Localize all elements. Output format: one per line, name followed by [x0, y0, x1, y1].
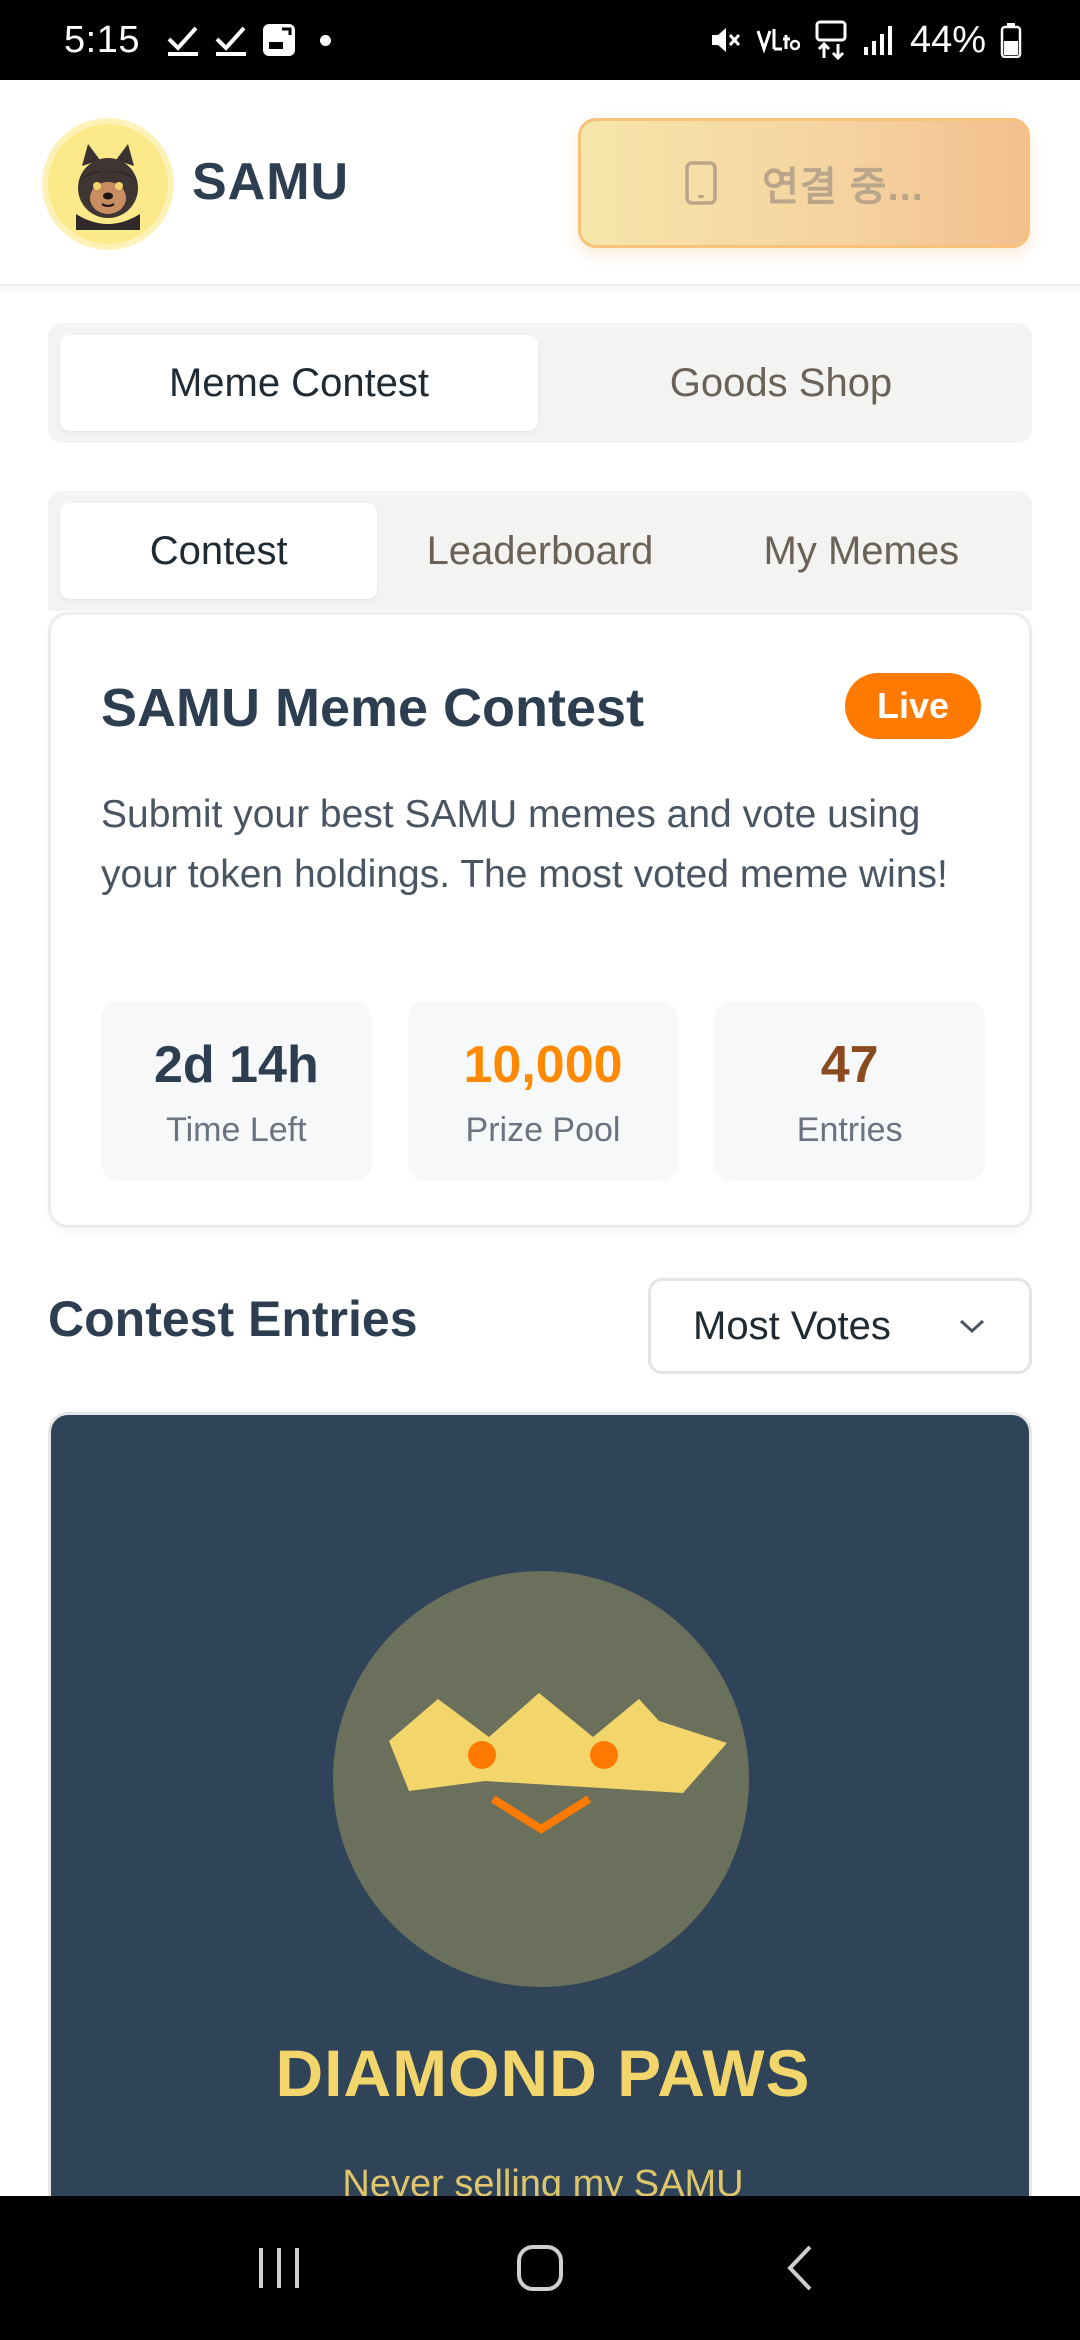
contest-card: SAMU Meme Contest Live Submit your best … — [48, 612, 1032, 1228]
contest-description: Submit your best SAMU memes and vote usi… — [101, 793, 948, 896]
network-5g-icon — [814, 20, 848, 60]
sort-select[interactable]: Most Votes — [648, 1278, 1032, 1374]
status-left: 5:15 — [64, 19, 331, 62]
status-bar: 5:15 44% — [0, 0, 1080, 80]
stat-value: 2d 14h — [153, 1035, 319, 1094]
stats-row: 2d 14h Time Left 10,000 Prize Pool 47 En… — [101, 1001, 986, 1181]
status-time: 5:15 — [64, 18, 140, 61]
phone-icon — [685, 161, 717, 205]
stat-label: Prize Pool — [465, 1110, 621, 1149]
meme-title: DIAMOND PAWS — [275, 2036, 811, 2110]
pay-app-icon — [262, 23, 296, 57]
home-button[interactable] — [480, 2218, 600, 2318]
stat-entries: 47 Entries — [714, 1001, 986, 1181]
notification-dot-icon — [319, 34, 331, 46]
entries-title: Contest Entries — [48, 1291, 418, 1347]
battery-icon — [1000, 22, 1022, 58]
wolf-mascot-icon — [76, 144, 140, 230]
mute-icon — [708, 23, 742, 57]
sub-tabs: Contest Leaderboard My Memes — [48, 491, 1032, 611]
back-icon — [787, 2245, 812, 2291]
connect-label: 연결 중... — [762, 165, 924, 209]
navigation-bar — [0, 2196, 1080, 2340]
brand-name: SAMU — [192, 153, 350, 211]
tab-leaderboard[interactable]: Leaderboard — [381, 503, 698, 599]
battery-percent: 44% — [909, 18, 986, 61]
signal-icon — [862, 23, 896, 57]
meme-card[interactable]: DIAMOND PAWS Never selling my SAMU — [48, 1412, 1032, 2312]
tab-goods-shop[interactable]: Goods Shop — [542, 335, 1020, 431]
stat-label: Entries — [796, 1110, 903, 1149]
status-right: 44% — [708, 19, 1022, 62]
tab-meme-contest[interactable]: Meme Contest — [60, 335, 538, 431]
recent-apps-button[interactable] — [220, 2218, 340, 2318]
samu-logo[interactable] — [48, 124, 168, 244]
app-header: SAMU 연결 중... — [0, 80, 1080, 286]
stat-prize-pool: 10,000 Prize Pool — [407, 1001, 679, 1181]
home-icon — [517, 2245, 563, 2291]
contest-title: SAMU Meme Contest — [101, 678, 645, 738]
connect-wallet-button[interactable]: 연결 중... — [578, 118, 1030, 248]
screen: 5:15 44% SAMU 연결 중... Meme Contest Goods… — [0, 0, 1080, 2340]
check-icon — [214, 23, 248, 57]
meme-eye-left — [468, 1741, 496, 1769]
recent-apps-icon — [259, 2248, 299, 2288]
chevron-down-icon — [959, 1319, 985, 1334]
sort-value: Most Votes — [693, 1303, 891, 1348]
back-button[interactable] — [740, 2218, 860, 2318]
stat-label: Time Left — [166, 1110, 307, 1149]
stat-time-left: 2d 14h Time Left — [101, 1001, 372, 1181]
meme-eye-right — [590, 1741, 618, 1769]
stat-value: 47 — [820, 1035, 879, 1094]
check-icon — [166, 23, 200, 57]
tab-contest[interactable]: Contest — [60, 503, 378, 599]
volte-icon — [756, 25, 800, 55]
tab-my-memes[interactable]: My Memes — [703, 503, 1020, 599]
main-tabs: Meme Contest Goods Shop — [48, 323, 1032, 443]
stat-value: 10,000 — [463, 1035, 623, 1094]
live-badge: Live — [844, 673, 981, 739]
